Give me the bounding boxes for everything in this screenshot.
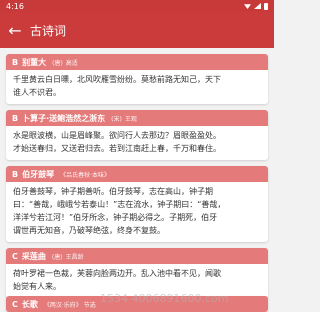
poem-text: 荷叶罗裙一色裁，芙蓉向脸两边开。乱入池中看不见，闻歌 始觉有人来。 [6,264,268,298]
poem-card[interactable]: B 伯牙鼓琴 《吕氏春秋·本味》 伯牙善鼓琴，钟子期善听。伯牙鼓琴，志在高山，钟… [6,166,268,242]
index-letter: B [12,113,19,123]
poem-line: 荷叶罗裙一色裁，芙蓉向脸两边开。乱入池中看不见，闻歌 [13,269,221,278]
poem-line: 始觉有人来。 [13,282,61,291]
status-icons [244,2,268,10]
poem-title: 卜算子·送鲍浩然之浙东 [22,113,106,123]
poem-line: 谓世再无知音，乃破琴绝弦，终身不复鼓。 [13,226,165,235]
page-title: 古诗词 [30,23,67,38]
poem-title: 伯牙鼓琴 [22,169,55,179]
poem-line: 曰：“善哉，峨峨兮若泰山！”志在流水，钟子期曰：“善哉， [13,200,226,209]
app-bar: ← 古诗词 [0,12,274,48]
poem-line: 千里黄云白日曛，北风吹雁雪纷纷。莫愁前路无知己，天下 [13,75,221,84]
poem-card-header: B 卜算子·送鲍浩然之浙东 (宋) 王观 [6,110,268,126]
poem-text: 千里黄云白日曛，北风吹雁雪纷纷。莫愁前路无知己，天下 谁人不识君。 [6,70,268,104]
poem-card[interactable]: C 长歌 《两汉·乐府》 节选 [6,296,268,312]
poem-line: 才始送春归，又送君归去。若到江南赶上春，千万和春住。 [13,144,221,153]
index-letter: B [12,57,19,67]
poem-title: 长歌 [21,299,38,309]
poem-list[interactable]: B 别董大 (唐) 高适 千里黄云白日曛，北风吹雁雪纷纷。莫愁前路无知己，天下 … [0,48,274,312]
poem-card-header: C 采莲曲 (唐) 王昌龄 [6,248,268,264]
poem-card-header: B 别董大 (唐) 高适 [6,54,268,70]
poem-dynasty: (唐) [51,253,63,261]
poem-card[interactable]: B 卜算子·送鲍浩然之浙东 (宋) 王观 水是眼波横，山是眉峰聚。欲问行人去那边… [6,110,268,160]
poem-card[interactable]: C 采莲曲 (唐) 王昌龄 荷叶罗裙一色裁，芙蓉向脸两边开。乱入池中看不见，闻歌… [6,248,268,298]
poem-author: 王昌龄 [65,253,84,261]
poem-author: 高适 [65,59,78,67]
signal-icon [254,3,261,9]
poem-line: 谁人不识君。 [13,88,61,97]
poem-card-header: B 伯牙鼓琴 《吕氏春秋·本味》 [6,166,268,182]
wifi-icon [244,4,251,9]
poem-dynasty: (宋) [111,115,122,123]
poem-title: 别董大 [22,57,47,67]
poem-card[interactable]: B 别董大 (唐) 高适 千里黄云白日曛，北风吹雁雪纷纷。莫愁前路无知己，天下 … [6,54,268,104]
index-letter: B [12,169,19,179]
index-letter: C [12,299,18,309]
poem-author: 《吕氏春秋·本味》 [60,171,111,179]
poem-text: 水是眼波横，山是眉峰聚。欲问行人去那边？眉眼盈盈处。 才始送春归，又送君归去。若… [6,126,268,160]
poem-line: 伯牙善鼓琴，钟子期善听。伯牙鼓琴，志在高山，钟子期 [13,187,213,196]
battery-icon [264,2,268,10]
poem-card-header: C 长歌 《两汉·乐府》 节选 [6,296,268,312]
back-arrow-icon[interactable]: ← [0,12,30,48]
poem-dynasty: (唐) [52,59,63,67]
poem-author: 《两汉·乐府》 节选 [43,301,96,309]
poem-text: 伯牙善鼓琴，钟子期善听。伯牙鼓琴，志在高山，钟子期 曰：“善哉，峨峨兮若泰山！”… [6,182,268,242]
poem-line: 洋洋兮若江河！”伯牙所念，钟子期必得之。子期死，伯牙 [13,213,218,222]
poem-title: 采莲曲 [21,251,46,261]
status-bar: 4:16 [0,0,274,12]
poem-author: 王观 [124,115,137,123]
index-letter: C [12,251,18,261]
status-time: 4:16 [6,1,24,11]
poem-line: 水是眼波横，山是眉峰聚。欲问行人去那边？眉眼盈盈处。 [13,131,221,140]
